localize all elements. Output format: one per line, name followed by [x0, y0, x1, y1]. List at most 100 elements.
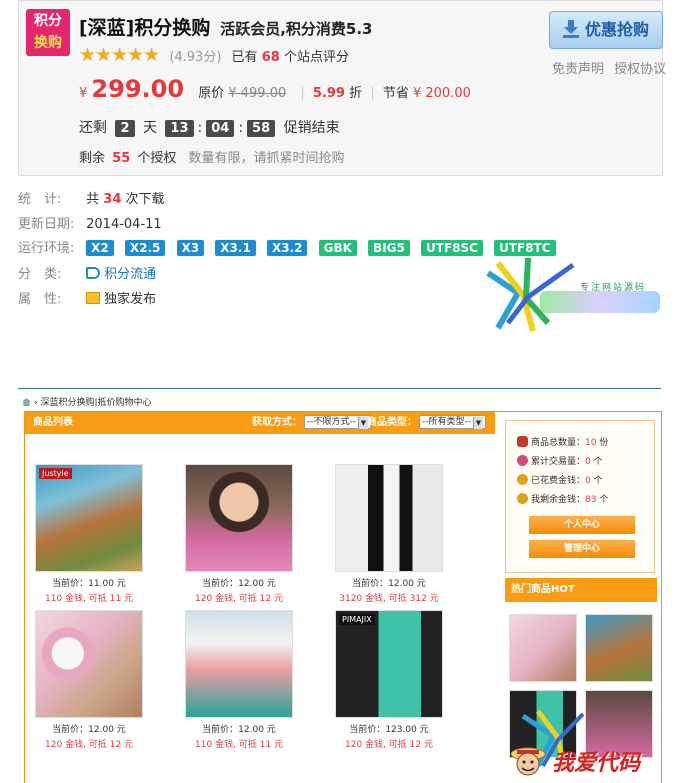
points-exchange-logo: 积分 换购: [26, 9, 70, 56]
environment-row: 运行环境: X2 X2.5 X3 X3.1 X3.2 GBK BIG5 UTF8…: [18, 237, 556, 256]
stats-label: 统 计:: [18, 192, 62, 207]
stat-unit: 份: [596, 438, 609, 448]
product-image[interactable]: [185, 610, 293, 718]
buy-now-label: 优惠抢购: [584, 20, 649, 39]
product-image[interactable]: PIMAJIX: [335, 610, 443, 718]
divider: |: [300, 86, 305, 101]
stats-prefix: 共: [86, 192, 100, 207]
breadcrumb-current[interactable]: 深蓝积分换购|抵价购物中心: [40, 398, 151, 408]
stat-balance: 我剩余金钱：83 个: [517, 492, 608, 505]
attribute-row: 属 性: 独家发布: [18, 288, 538, 307]
product-gold: 3120 金钱, 可抵 312 元: [339, 594, 439, 604]
product-card[interactable]: 当前价：12.00 元 3120 金钱, 可抵 312 元: [329, 464, 449, 604]
original-price-label: 原价: [198, 86, 225, 101]
rating-prefix: 已有: [231, 50, 258, 65]
stats-suffix: 次下载: [125, 192, 165, 207]
remaining-prefix: 剩余: [79, 151, 106, 166]
product-card[interactable]: 当前价：12.00 元 110 金钱, 可抵 11 元: [179, 610, 299, 750]
breadcrumb-separator: ›: [34, 398, 38, 408]
product-type-select[interactable]: --所有类型-- ▼: [419, 415, 486, 429]
env-tag[interactable]: X3.1: [215, 240, 256, 256]
env-tag[interactable]: UTF8SC: [421, 240, 483, 256]
manage-center-button[interactable]: 管理中心: [529, 540, 635, 558]
license-agreement-link[interactable]: 授权协议: [614, 62, 666, 77]
chevron-down-icon: ▼: [473, 417, 483, 429]
product-price: 当前价：12.00 元: [202, 725, 276, 735]
product-image[interactable]: [185, 464, 293, 572]
brand-tag: PIMAJIX: [339, 614, 375, 625]
logo-line-1: 积分: [34, 13, 62, 29]
updated-row: 更新日期: 2014-04-11: [18, 213, 538, 232]
product-price: 当前价：12.00 元: [52, 725, 126, 735]
download-count: 34: [103, 192, 122, 207]
product-card[interactable]: 当前价：12.00 元 120 金钱, 可抵 12 元: [179, 464, 299, 604]
product-gold: 110 金钱, 可抵 11 元: [195, 740, 283, 750]
product-price: 当前价：12.00 元: [352, 579, 426, 589]
product-title: [深蓝]积分换购: [79, 17, 211, 39]
env-tag[interactable]: X3: [176, 240, 205, 256]
product-title-row: [深蓝]积分换购 活跃会员,积分消费5.3: [79, 13, 372, 40]
product-card[interactable]: Justyle 当前价：11.00 元 110 金钱, 可抵 11 元: [29, 464, 149, 604]
category-label: 分 类:: [18, 267, 62, 282]
stat-value: 10: [585, 438, 597, 448]
home-icon[interactable]: [22, 398, 31, 406]
acquire-filter: 获取方式： --不限方式-- ▼: [252, 412, 371, 434]
hot-products-header: 热门商品HOT: [505, 578, 657, 602]
discount-value: 5.99: [312, 86, 345, 101]
box-icon: [86, 292, 101, 304]
attribute-label: 属 性:: [18, 292, 62, 307]
breadcrumb: › 深蓝积分换购|抵价购物中心: [22, 395, 152, 408]
env-tag[interactable]: X2.5: [124, 240, 166, 256]
blurred-banner: [540, 291, 660, 313]
product-gold: 110 金钱, 可抵 11 元: [45, 594, 133, 604]
rating-row: ★★★★★ (4.93分) 已有 68 个站点评分: [79, 44, 349, 66]
rating-stars-icon: ★★★★★: [79, 44, 160, 66]
product-gold: 120 金钱, 可抵 12 元: [45, 740, 133, 750]
price-row: ¥ 299.00 原价 ¥ 499.00 | 5.99 折 | 节省 ¥ 200…: [79, 75, 471, 103]
stat-unit: 个: [590, 476, 603, 486]
product-card[interactable]: 当前价：12.00 元 120 金钱, 可抵 12 元: [29, 610, 149, 750]
product-price: 当前价：123.00 元: [349, 725, 429, 735]
env-tag[interactable]: BIG5: [368, 240, 410, 256]
watermark-bottom-text: 我爱代码: [552, 751, 641, 776]
acquire-method-select[interactable]: --不限方式-- ▼: [304, 415, 371, 429]
gift-icon: [517, 436, 528, 447]
rating-suffix: 个站点评分: [283, 50, 349, 65]
countdown-days-unit: 天: [142, 120, 157, 136]
environment-label: 运行环境:: [18, 241, 75, 256]
discount-unit: 折: [349, 86, 363, 101]
attribute-value: 独家发布: [104, 292, 157, 307]
hot-product-image[interactable]: [585, 614, 653, 682]
remaining-count: 55: [112, 151, 131, 166]
save-amount: ¥ 200.00: [412, 86, 471, 101]
type-filter-label: 商品类型：: [367, 417, 417, 428]
stat-unit: 个: [590, 457, 603, 467]
stat-label: 累计交易量：: [531, 457, 586, 467]
straw-hat-avatar-icon: [510, 747, 546, 776]
product-card[interactable]: PIMAJIX 当前价：123.00 元 120 金钱, 可抵 12 元: [329, 610, 449, 750]
original-price: ¥ 499.00: [228, 86, 287, 101]
disclaimer-link[interactable]: 免责声明: [552, 62, 604, 77]
product-subtitle: 活跃会员,积分消费5.3: [220, 20, 373, 38]
product-image[interactable]: [335, 464, 443, 572]
category-link[interactable]: 积分流通: [104, 267, 156, 282]
buy-now-button[interactable]: 优惠抢购: [549, 11, 663, 49]
env-tag[interactable]: X3.2: [266, 240, 308, 256]
product-price: 当前价：12.00 元: [202, 579, 276, 589]
coins-icon: [517, 474, 528, 485]
acquire-filter-label: 获取方式：: [252, 417, 302, 428]
logo-line-2: 换购: [34, 35, 62, 51]
stat-trade-volume: 累计交易量：0 个: [517, 454, 603, 467]
hot-product-image[interactable]: [509, 614, 577, 682]
product-image[interactable]: [35, 610, 143, 718]
updated-label: 更新日期:: [18, 217, 75, 232]
personal-center-button[interactable]: 个人中心: [529, 516, 635, 534]
stat-label: 商品总数量：: [531, 438, 586, 448]
legal-links: 免责声明 授权协议: [552, 58, 672, 77]
env-tag[interactable]: X2: [86, 240, 114, 256]
countdown-seconds: 58: [247, 120, 276, 137]
product-image[interactable]: Justyle: [35, 464, 143, 572]
env-tag[interactable]: GBK: [318, 240, 357, 256]
download-icon: [562, 20, 579, 38]
product-list-header: 商品列表 获取方式： --不限方式-- ▼ 商品类型： --所有类型-- ▼: [25, 412, 495, 434]
